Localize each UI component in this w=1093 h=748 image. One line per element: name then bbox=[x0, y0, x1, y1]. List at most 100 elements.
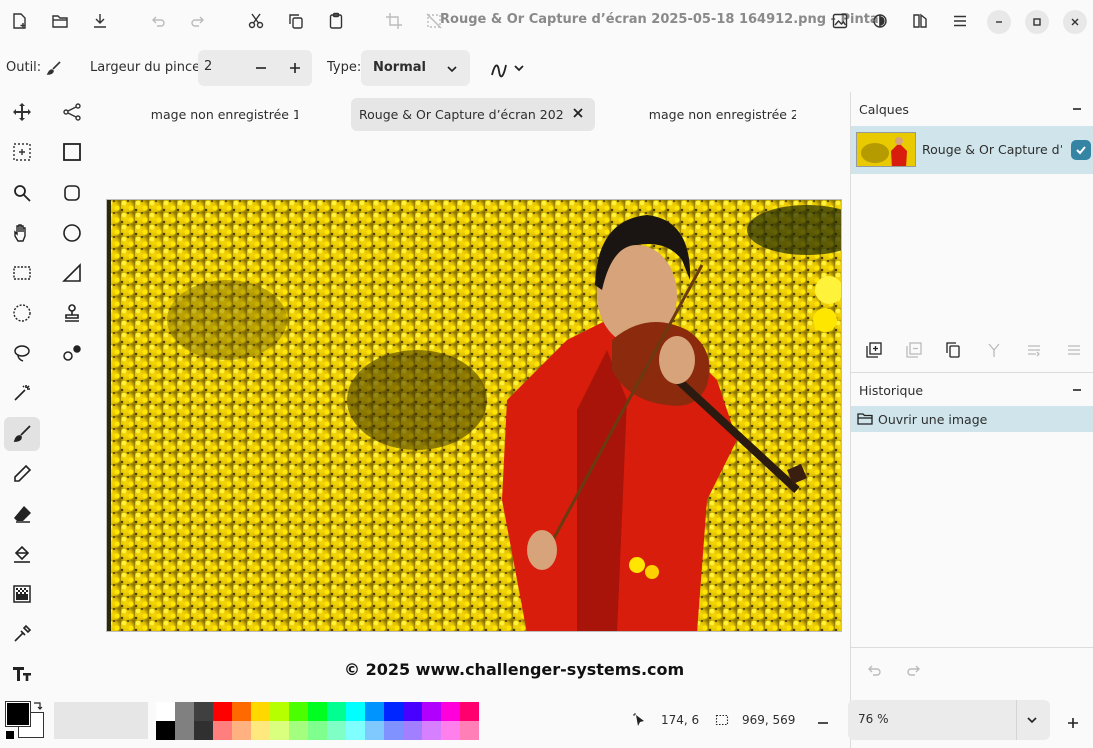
zoom-selection-icon[interactable] bbox=[4, 135, 40, 169]
palette-swatch[interactable] bbox=[365, 721, 384, 740]
swap-colors-icon[interactable] bbox=[31, 700, 45, 714]
close-icon[interactable] bbox=[1063, 10, 1087, 34]
brush-width-value[interactable]: 2 bbox=[204, 59, 212, 74]
palette-swatch[interactable] bbox=[422, 721, 441, 740]
palette-swatch[interactable] bbox=[384, 721, 403, 740]
collapse-layers-icon[interactable] bbox=[1071, 100, 1083, 119]
palette-swatch[interactable] bbox=[460, 702, 479, 721]
palette-swatch[interactable] bbox=[175, 702, 194, 721]
adjustments-icon[interactable] bbox=[867, 8, 893, 34]
palette-swatch[interactable] bbox=[308, 702, 327, 721]
ellipse-select-icon[interactable] bbox=[4, 296, 40, 330]
cut-icon[interactable] bbox=[243, 8, 269, 34]
layer-row[interactable]: Rouge & Or Capture d’é... bbox=[851, 126, 1093, 174]
magic-wand-icon[interactable] bbox=[4, 376, 40, 410]
move-selected-icon[interactable] bbox=[4, 95, 40, 129]
add-layer-icon[interactable] bbox=[862, 338, 886, 362]
crop-icon[interactable] bbox=[381, 8, 407, 34]
color-picker-icon[interactable] bbox=[4, 617, 40, 651]
collapse-history-icon[interactable] bbox=[1071, 381, 1083, 400]
open-folder-icon[interactable] bbox=[47, 8, 73, 34]
eraser-icon[interactable] bbox=[4, 497, 40, 531]
palette-swatch[interactable] bbox=[251, 721, 270, 740]
layer-properties-icon[interactable] bbox=[1062, 338, 1086, 362]
freeform-shape-icon[interactable] bbox=[54, 256, 90, 290]
tab-image-1[interactable]: Image non enregistrée 1 bbox=[150, 98, 298, 131]
recent-colors[interactable] bbox=[54, 702, 148, 739]
palette-swatch[interactable] bbox=[460, 721, 479, 740]
paintbrush-icon[interactable] bbox=[4, 417, 40, 451]
brush-width-spinner[interactable]: 2 bbox=[198, 50, 312, 86]
increase-button[interactable] bbox=[278, 50, 312, 86]
palette-swatch[interactable] bbox=[403, 721, 422, 740]
palette-swatch[interactable] bbox=[289, 721, 308, 740]
history-undo-icon[interactable] bbox=[862, 658, 886, 682]
redo-icon[interactable] bbox=[185, 8, 211, 34]
palette-swatch[interactable] bbox=[232, 721, 251, 740]
tab-rouge-or[interactable]: Rouge & Or Capture d’écran 2025-05-1 bbox=[351, 98, 595, 131]
primary-color-swatch[interactable] bbox=[5, 701, 31, 727]
palette-swatch[interactable] bbox=[232, 702, 251, 721]
type-dropdown[interactable]: Normal bbox=[361, 50, 470, 86]
rectangle-select-icon[interactable] bbox=[4, 256, 40, 290]
ellipse-icon[interactable] bbox=[54, 216, 90, 250]
maximize-icon[interactable] bbox=[1025, 10, 1049, 34]
save-icon[interactable] bbox=[87, 8, 113, 34]
palette-swatch[interactable] bbox=[156, 702, 175, 721]
recolor-icon[interactable] bbox=[54, 336, 90, 370]
reset-colors-icon[interactable] bbox=[5, 730, 15, 740]
tab-image-2[interactable]: Image non enregistrée 2 bbox=[648, 98, 796, 131]
move-layer-up-icon[interactable] bbox=[1022, 338, 1046, 362]
gradient-icon[interactable] bbox=[4, 577, 40, 611]
palette-swatch[interactable] bbox=[346, 702, 365, 721]
pencil-icon[interactable] bbox=[4, 457, 40, 491]
palette-swatch[interactable] bbox=[346, 721, 365, 740]
history-item[interactable]: Ouvrir une image bbox=[851, 406, 1093, 432]
history-redo-icon[interactable] bbox=[902, 658, 926, 682]
palette-swatch[interactable] bbox=[194, 702, 213, 721]
lasso-select-icon[interactable] bbox=[4, 336, 40, 370]
palette-swatch[interactable] bbox=[441, 702, 460, 721]
antialiasing-dropdown[interactable] bbox=[490, 60, 530, 78]
image-canvas[interactable] bbox=[106, 199, 842, 632]
minimize-icon[interactable] bbox=[987, 10, 1011, 34]
rectangle-icon[interactable] bbox=[54, 135, 90, 169]
palette-swatch[interactable] bbox=[384, 702, 403, 721]
palette-swatch[interactable] bbox=[403, 702, 422, 721]
new-image-icon[interactable] bbox=[7, 8, 33, 34]
image-menu-icon[interactable] bbox=[827, 8, 853, 34]
palette-swatch[interactable] bbox=[270, 702, 289, 721]
delete-layer-icon[interactable] bbox=[902, 338, 926, 362]
copy-icon[interactable] bbox=[283, 8, 309, 34]
zoom-combobox[interactable]: 76 % bbox=[848, 700, 1050, 740]
palette-swatch[interactable] bbox=[289, 702, 308, 721]
palette-swatch[interactable] bbox=[422, 702, 441, 721]
close-tab-icon[interactable] bbox=[571, 106, 585, 120]
palette-swatch[interactable] bbox=[308, 721, 327, 740]
main-menu-icon[interactable] bbox=[947, 8, 973, 34]
zoom-icon[interactable] bbox=[4, 176, 40, 210]
layer-visibility-checkbox[interactable] bbox=[1071, 140, 1091, 160]
palette-swatch[interactable] bbox=[251, 702, 270, 721]
merge-layer-icon[interactable] bbox=[982, 338, 1006, 362]
zoom-value[interactable]: 76 % bbox=[858, 712, 889, 726]
palette-swatch[interactable] bbox=[270, 721, 289, 740]
palette-swatch[interactable] bbox=[156, 721, 175, 740]
duplicate-layer-icon[interactable] bbox=[941, 338, 965, 362]
palette-swatch[interactable] bbox=[213, 702, 232, 721]
palette-swatch[interactable] bbox=[194, 721, 213, 740]
paste-icon[interactable] bbox=[323, 8, 349, 34]
zoom-out-button[interactable] bbox=[817, 714, 829, 733]
palette-swatch[interactable] bbox=[441, 721, 460, 740]
palette-swatch[interactable] bbox=[175, 721, 194, 740]
effects-icon[interactable] bbox=[907, 8, 933, 34]
paint-bucket-icon[interactable] bbox=[4, 537, 40, 571]
text-icon[interactable] bbox=[4, 657, 40, 691]
palette-swatch[interactable] bbox=[327, 721, 346, 740]
rounded-rectangle-icon[interactable] bbox=[54, 176, 90, 210]
undo-icon[interactable] bbox=[145, 8, 171, 34]
palette-swatch[interactable] bbox=[327, 702, 346, 721]
palette-swatch[interactable] bbox=[213, 721, 232, 740]
clone-stamp-icon[interactable] bbox=[54, 296, 90, 330]
palette-swatch[interactable] bbox=[365, 702, 384, 721]
